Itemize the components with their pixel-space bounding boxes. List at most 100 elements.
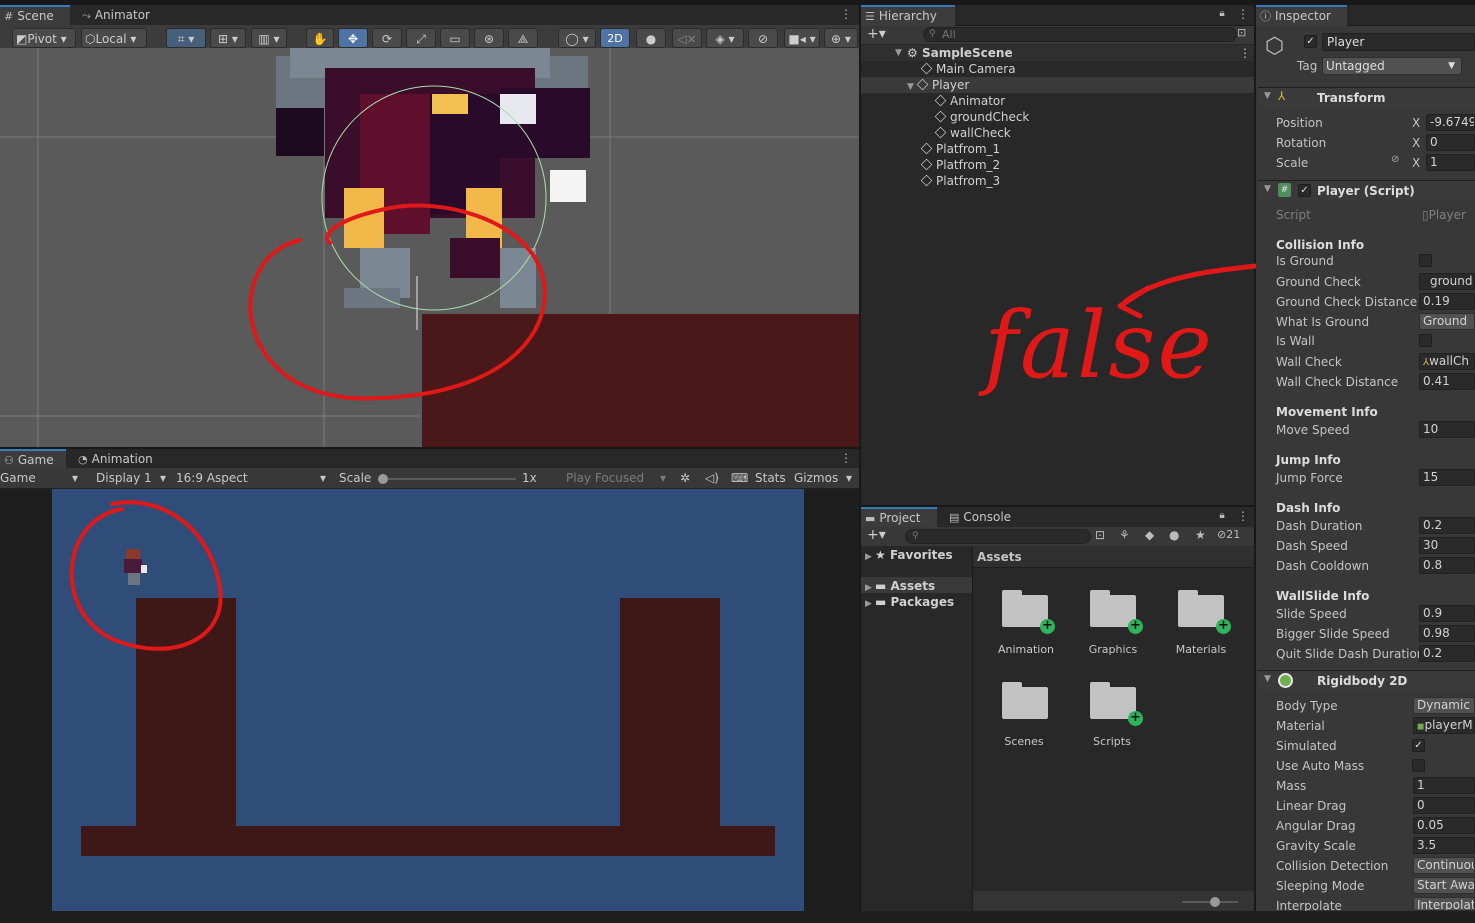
transform-tool-icon[interactable]: ⊛: [474, 28, 504, 48]
effects-dropdown-icon[interactable]: ◈ ▾: [706, 28, 744, 48]
pivot-dropdown[interactable]: ◩Pivot ▾: [12, 28, 76, 48]
project-tree-assets[interactable]: ▶ ▬ Assets: [865, 578, 935, 594]
hierarchy-menu-icon[interactable]: ⋮: [1237, 7, 1249, 21]
active-checkbox[interactable]: ✓: [1304, 35, 1317, 48]
foldout-arrow-icon[interactable]: ▼: [1264, 674, 1271, 684]
tab-animator[interactable]: ⤳ Animator: [78, 5, 158, 26]
what-is-ground-dropdown[interactable]: Ground: [1419, 313, 1475, 330]
hierarchy-scene-row[interactable]: ▼ ⚙ SampleScene ⋮: [861, 45, 1254, 61]
hierarchy-item-wallcheck[interactable]: wallCheck: [934, 125, 1011, 141]
hand-tool-icon[interactable]: ✋: [306, 28, 334, 48]
scale-slider[interactable]: [378, 474, 516, 484]
filter-type-icon[interactable]: ⚘: [1119, 528, 1130, 542]
game-view[interactable]: [52, 489, 804, 911]
folder-graphics-icon[interactable]: +: [1090, 587, 1143, 634]
stats-button[interactable]: Stats: [755, 469, 786, 487]
constrain-proportions-icon[interactable]: ⊘: [1391, 154, 1399, 165]
ground-check-distance-field[interactable]: 0.19: [1419, 293, 1475, 310]
grid-visibility-button[interactable]: ⊞ ▾: [210, 28, 246, 48]
tab-hierarchy[interactable]: ☰ Hierarchy: [861, 5, 955, 26]
project-lock-icon[interactable]: 🔒︎: [1217, 509, 1227, 523]
search-by-scene-icon[interactable]: ⊡: [1095, 528, 1105, 542]
hierarchy-item-animator[interactable]: Animator: [934, 93, 1005, 109]
is-wall-checkbox[interactable]: [1419, 334, 1432, 347]
local-dropdown[interactable]: ⬡Local ▾: [81, 28, 147, 48]
hierarchy-item-player[interactable]: ▼ Player: [907, 77, 969, 93]
bug-icon[interactable]: ✲: [680, 469, 690, 487]
favorite-star-icon[interactable]: ★: [1195, 528, 1206, 542]
scene-canvas[interactable]: [0, 48, 859, 447]
display-dropdown[interactable]: Display 1 ▾: [96, 469, 172, 487]
tab-scene[interactable]: # Scene: [0, 5, 70, 26]
folder-materials-icon[interactable]: +: [1178, 587, 1231, 634]
use-auto-mass-checkbox[interactable]: [1412, 759, 1425, 772]
is-ground-checkbox[interactable]: [1419, 254, 1432, 267]
scale-x-field[interactable]: 1: [1426, 154, 1475, 171]
gizmo-dropdown-icon[interactable]: ⊕ ▾: [824, 28, 858, 48]
wall-check-distance-field[interactable]: 0.41: [1419, 373, 1475, 390]
project-tree-packages[interactable]: ▶ ▬ Packages: [865, 594, 954, 610]
expand-arrow-icon[interactable]: ▼: [895, 45, 905, 61]
icon-size-slider[interactable]: [1182, 897, 1238, 907]
project-search-input[interactable]: ⚲: [905, 529, 1091, 544]
project-add-button[interactable]: +▾: [867, 527, 886, 544]
audio-toggle-icon[interactable]: ◁×: [672, 28, 702, 48]
game-menu-icon[interactable]: ⋮: [840, 451, 852, 465]
angular-drag-field[interactable]: 0.05: [1413, 817, 1475, 834]
keyboard-icon[interactable]: ⌨: [731, 469, 748, 487]
project-tree-favorites[interactable]: ▶ ★ Favorites: [865, 547, 953, 563]
mute-audio-icon[interactable]: ◁): [705, 469, 719, 487]
rigidbody2d-header[interactable]: ▼ Rigidbody 2D: [1258, 670, 1475, 692]
draw-mode-dropdown[interactable]: ◯ ▾: [558, 28, 596, 48]
visibility-toggle-icon[interactable]: ⊘: [748, 28, 778, 48]
hierarchy-lock-icon[interactable]: 🔒︎: [1217, 7, 1227, 21]
hierarchy-item-groundcheck[interactable]: groundCheck: [934, 109, 1029, 125]
sleeping-mode-dropdown[interactable]: Start Awak: [1413, 877, 1475, 894]
icon-size-slider-handle[interactable]: [1210, 897, 1220, 907]
tab-console[interactable]: ▤ Console: [945, 507, 1019, 528]
body-type-dropdown[interactable]: Dynamic: [1413, 697, 1475, 714]
scene-menu-icon[interactable]: ⋮: [840, 7, 852, 21]
folder-scenes-icon[interactable]: [1002, 679, 1050, 719]
scale-tool-icon[interactable]: ⤢: [406, 28, 436, 48]
play-focused-dropdown[interactable]: Play Focused ▾: [566, 469, 670, 487]
rotate-tool-icon[interactable]: ⟳: [372, 28, 402, 48]
bigger-slide-speed-field[interactable]: 0.98: [1419, 625, 1475, 642]
tab-game[interactable]: ⚇ Game: [0, 449, 66, 470]
move-tool-icon[interactable]: ✥: [338, 28, 368, 48]
expand-arrow-icon[interactable]: ▶: [865, 596, 875, 612]
material-field[interactable]: ◼playerM: [1413, 717, 1475, 734]
object-name-field[interactable]: Player: [1322, 33, 1475, 51]
tab-project[interactable]: ▬ Project: [861, 507, 937, 528]
foldout-arrow-icon[interactable]: ▼: [1264, 184, 1271, 194]
game-canvas[interactable]: [52, 489, 804, 911]
tab-inspector[interactable]: ⓘ Inspector: [1256, 5, 1347, 26]
camera-dropdown-icon[interactable]: ■◂ ▾: [784, 28, 820, 48]
wall-check-field[interactable]: ⅄wallCh: [1419, 353, 1475, 370]
grid-snap-button[interactable]: ⌗ ▾: [166, 28, 206, 48]
scene-menu-dots-icon[interactable]: ⋮: [1239, 45, 1251, 61]
scene-view[interactable]: [0, 48, 859, 447]
hierarchy-search-input[interactable]: ⚲ All: [923, 27, 1237, 42]
slide-speed-field[interactable]: 0.9: [1419, 605, 1475, 622]
mass-field[interactable]: 1: [1413, 777, 1475, 794]
increment-snap-button[interactable]: ▥ ▾: [251, 28, 287, 48]
scene-search-icon[interactable]: ⊡: [1237, 26, 1246, 39]
dash-duration-field[interactable]: 0.2: [1419, 517, 1475, 534]
lighting-toggle-icon[interactable]: ●: [636, 28, 666, 48]
hierarchy-item-platform-2[interactable]: Platfrom_2: [920, 157, 1000, 173]
jump-force-field[interactable]: 15: [1419, 469, 1475, 486]
foldout-arrow-icon[interactable]: ▼: [1264, 91, 1271, 101]
transform-header[interactable]: ▼ ⅄ Transform: [1258, 87, 1475, 109]
log-icon[interactable]: ●: [1169, 528, 1179, 542]
gravity-scale-field[interactable]: 3.5: [1413, 837, 1475, 854]
hierarchy-item-platform-3[interactable]: Platfrom_3: [920, 173, 1000, 189]
hidden-packages-button[interactable]: ⊘21: [1217, 528, 1240, 541]
player-sprite[interactable]: [276, 48, 590, 308]
dash-cooldown-field[interactable]: 0.8: [1419, 557, 1475, 574]
dash-speed-field[interactable]: 30: [1419, 537, 1475, 554]
hierarchy-item-platform-1[interactable]: Platfrom_1: [920, 141, 1000, 157]
simulated-checkbox[interactable]: ✓: [1412, 739, 1425, 752]
hierarchy-add-button[interactable]: +▾: [867, 26, 886, 42]
script-enabled-checkbox[interactable]: ✓: [1298, 184, 1311, 197]
